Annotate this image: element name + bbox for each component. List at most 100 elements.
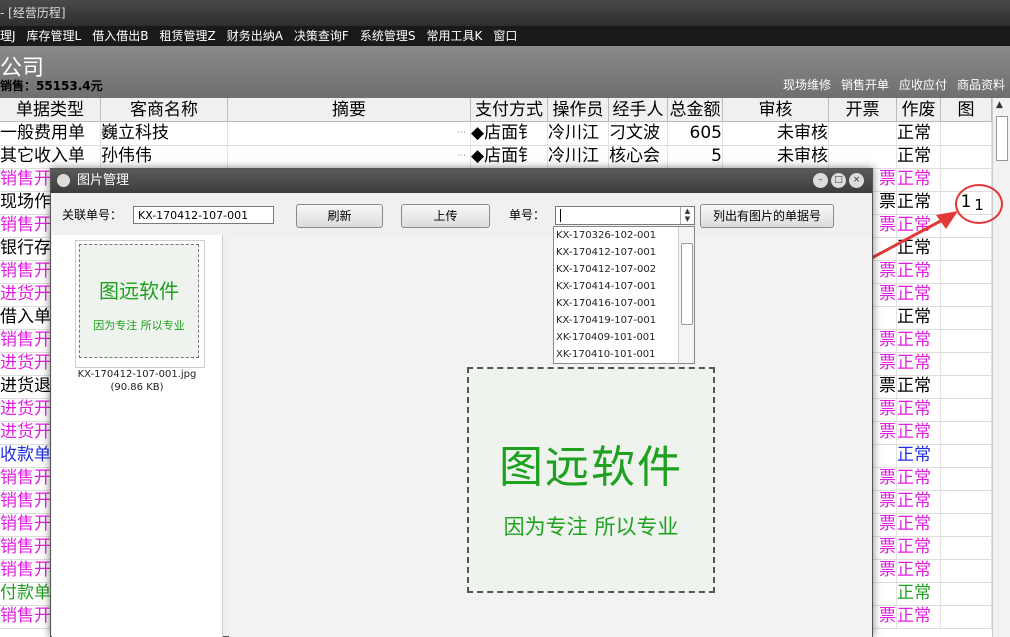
menu-item[interactable]: 财务出纳A [227,29,283,43]
dialog-title: 图片管理 [77,173,130,188]
dialog-app-icon [57,174,70,187]
table-cell-pic [941,490,992,513]
table-cell-pic [941,513,992,536]
menu-item[interactable]: 理J [0,29,16,43]
table-cell-amount: 605 [668,122,723,145]
dropdown-option[interactable]: XK-170410-101-001 [554,346,694,363]
table-row[interactable]: 其它收入单 孙伟伟 ··· ◆店面钅 冷川江 核心会 5 未审核 正常 [0,145,992,169]
document-number-label: 单号： [509,208,546,222]
table-cell-client: 孙伟伟 [101,145,228,168]
dropdown-option[interactable]: KX-170419-107-001 [554,312,694,329]
sales-total: 销售：55153.4元 [0,79,103,93]
table-cell-status: 正常 [897,536,941,559]
minimize-icon[interactable]: – [813,173,828,188]
image-preview: 图远软件 因为专注 所以专业 [229,235,872,637]
table-cell-status: 正常 [897,283,941,306]
dropdown-option[interactable]: XK-170409-101-001 [554,329,694,346]
column-header[interactable]: 审核 [723,98,829,122]
app-title: - [经营历程] [0,6,66,20]
list-pictured-documents-button[interactable]: 列出有图片的单据号 [700,204,834,228]
scroll-up-icon[interactable]: ▲ [996,100,1003,110]
column-header[interactable]: 摘要 [228,98,471,122]
table-cell-invoice [829,145,897,168]
thumbnail-pane: 图远软件 因为专注 所以专业 KX-170412-107-001.jpg (90… [52,235,223,637]
header-banner: 公司 销售：55153.4元 现场维修 销售开单 应收应付 商品资料 [0,46,1010,98]
table-cell-status: 正常 [897,490,941,513]
table-cell-op: 冷川江 [548,145,609,168]
table-cell-pay: ◆店面钅 [471,122,548,145]
dropdown-option[interactable]: KX-170326-102-001 [554,227,694,244]
quick-link[interactable]: 应收应付 [899,78,947,92]
picture-count: 1 [974,196,984,214]
table-cell-pic [941,306,992,329]
column-header[interactable]: 经手人 [609,98,668,122]
table-cell-status: 正常 [897,145,941,168]
table-cell-handler: 核心会 [609,145,668,168]
table-cell-pic [941,536,992,559]
close-icon[interactable]: × [849,173,864,188]
dropdown-option[interactable]: KX-170412-107-001 [554,244,694,261]
document-number-combo[interactable]: ▲ ▼ [555,206,695,225]
thumbnail-item[interactable]: 图远软件 因为专注 所以专业 [75,240,205,368]
quick-link[interactable]: 商品资料 [957,78,1005,92]
combo-spin-icon[interactable]: ▲ ▼ [680,207,694,224]
quick-link[interactable]: 现场维修 [783,78,831,92]
column-header[interactable]: 单据类型 [0,98,101,122]
column-header[interactable]: 操作员 [548,98,609,122]
thumbnail-filename: KX-170412-107-001.jpg [77,369,197,380]
table-row[interactable]: 一般费用单 巍立科技 ··· ◆店面钅 冷川江 刁文波 605 未审核 正常 [0,122,992,146]
table-cell-status: 正常 [897,306,941,329]
menu-item[interactable]: 系统管理S [360,29,416,43]
table-cell-summary: ··· [228,122,471,145]
table-cell-audit: 未审核 [723,122,829,145]
table-cell-pic [941,444,992,467]
table-cell-status: 正常 [897,467,941,490]
thumbnail-filesize: (90.86 KB) [110,382,164,393]
table-cell-pic [941,122,992,145]
column-header[interactable]: 开票 [829,98,897,122]
dropdown-option[interactable]: KX-170414-107-001 [554,278,694,295]
thumbnail-logo-slogan: 因为专注 所以专业 [93,319,185,332]
column-header[interactable]: 作废 [897,98,941,122]
maximize-icon[interactable]: □ [831,173,846,188]
table-cell-pic [941,467,992,490]
related-number-field[interactable]: KX-170412-107-001 [133,206,274,224]
column-header[interactable]: 总金额 [668,98,723,122]
refresh-button[interactable]: 刷新 [296,204,383,228]
menu-item[interactable]: 常用工具K [426,29,482,43]
table-cell-status: 正常 [897,375,941,398]
table-cell-pic [941,398,992,421]
column-header[interactable]: 支付方式 [471,98,548,122]
thumbnail-logo-title: 图远软件 [99,279,179,303]
quick-link[interactable]: 销售开单 [841,78,889,92]
table-scrollbar[interactable]: ▲ [992,98,1010,637]
table-cell-pay: ◆店面钅 [471,145,548,168]
table-cell-pic [941,329,992,352]
table-cell-status: 正常 [897,605,941,628]
dropdown-scroll-thumb[interactable] [681,243,693,325]
document-number-dropdown[interactable]: KX-170326-102-001 KX-170412-107-001 KX-170… [553,226,695,364]
table-cell-status: 正常 [897,421,941,444]
thumbnail-image: 图远软件 因为专注 所以专业 [79,244,199,358]
scroll-thumb[interactable] [996,116,1008,161]
menu-item[interactable]: 租赁管理Z [159,29,215,43]
menu-item[interactable]: 库存管理L [27,29,82,43]
menu-item[interactable]: 借入借出B [92,29,148,43]
dropdown-option[interactable]: KX-170416-107-001 [554,295,694,312]
table-cell-pic [941,145,992,168]
dropdown-scrollbar[interactable] [678,227,694,363]
menu-item[interactable]: 决策查询F [294,29,349,43]
dropdown-option[interactable]: KX-170412-107-002 [554,261,694,278]
column-header[interactable]: 图 [941,98,992,122]
menu-item[interactable]: 窗口 [493,29,517,43]
table-cell-pic [941,283,992,306]
picture-count-highlight[interactable]: 1 [955,184,1003,224]
picture-manager-dialog: 图片管理 – □ × 关联单号： KX-170412-107-001 刷新 上传… [50,168,873,637]
table-cell-status: 正常 [897,168,941,191]
upload-button[interactable]: 上传 [401,204,490,228]
column-header[interactable]: 客商名称 [101,98,228,122]
preview-logo-title: 图远软件 [499,442,683,493]
quick-links: 现场维修 销售开单 应收应付 商品资料 [773,76,1005,93]
table-cell-type: 一般费用单 [0,122,101,145]
table-cell-status: 正常 [897,329,941,352]
